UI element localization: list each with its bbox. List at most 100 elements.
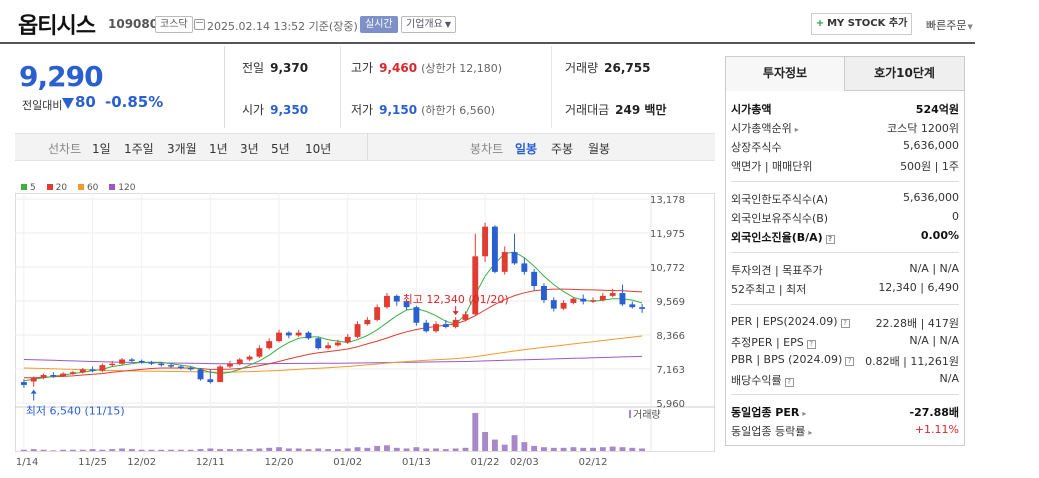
candle-body bbox=[609, 293, 616, 296]
divider bbox=[731, 394, 959, 395]
period-1d[interactable]: 1일 bbox=[92, 140, 111, 157]
price-chart[interactable]: 5 20 60 120 13,178 11,975 10,772 9,569 8,366… bbox=[15, 175, 715, 478]
price-summary: 9,290 전일대비 80 -0.85% bbox=[0, 46, 225, 128]
volume-bar bbox=[315, 448, 322, 451]
chevron-right-icon: ▸ bbox=[808, 428, 813, 437]
change-label: 전일대비 bbox=[22, 99, 63, 112]
candle-body bbox=[629, 304, 636, 308]
candle-weekly[interactable]: 주봉 bbox=[551, 140, 573, 157]
candle-chart-label[interactable]: 봉차트 bbox=[470, 140, 503, 157]
candle-body bbox=[550, 300, 557, 309]
opinion-row: 투자의견 | 목표주가 N/A | N/A bbox=[731, 262, 959, 277]
volume-bar bbox=[531, 445, 538, 451]
candle-body bbox=[315, 338, 322, 349]
high-annotation: 최고 12,340 (01/20) bbox=[403, 293, 509, 306]
tab-orderbook[interactable]: 호가10단계 bbox=[845, 57, 964, 91]
help-icon[interactable]: ? bbox=[806, 340, 816, 349]
volume-bar bbox=[168, 449, 175, 451]
candle-body bbox=[285, 332, 292, 336]
help-icon[interactable]: ? bbox=[784, 378, 794, 387]
candle-body bbox=[619, 293, 626, 305]
candle-body bbox=[531, 271, 538, 286]
candle-body bbox=[334, 342, 341, 346]
volume-bar bbox=[30, 449, 37, 451]
pbr-row: PBR | BPS (2024.09)? 0.82배 | 11,261원 bbox=[731, 353, 959, 368]
volume-bar bbox=[89, 449, 96, 451]
x-tick-label: 12/20 bbox=[265, 457, 294, 468]
sector-per-row[interactable]: 동일업종 PER ▸ -27.88배 bbox=[731, 404, 959, 421]
x-tick-label: 11/25 bbox=[78, 457, 107, 468]
volume-bar bbox=[570, 447, 577, 451]
prev-close: 전일 9,370 bbox=[242, 61, 309, 75]
candle-body bbox=[590, 300, 596, 302]
volume-bar bbox=[501, 444, 508, 451]
x-tick-label: 01/02 bbox=[333, 457, 362, 468]
volume-bar bbox=[482, 432, 489, 451]
candle-body bbox=[580, 298, 587, 302]
divider bbox=[731, 252, 959, 253]
help-icon[interactable]: ? bbox=[845, 357, 855, 366]
realtime-tag[interactable]: 실시간 bbox=[360, 16, 398, 33]
low-annotation: 최저 6,540 (11/15) bbox=[26, 405, 125, 418]
add-mystock-button[interactable]: + MY STOCK 추가 bbox=[811, 13, 912, 35]
low-price: 저가 9,150 (하한가 6,560) bbox=[351, 103, 495, 117]
volume-bar bbox=[541, 447, 547, 451]
period-1w[interactable]: 1주일 bbox=[124, 140, 154, 157]
period-5y[interactable]: 5년 bbox=[271, 140, 290, 157]
stock-code: 109080 bbox=[108, 17, 159, 31]
candle-monthly[interactable]: 월봉 bbox=[588, 140, 610, 157]
tab-invest-info[interactable]: 투자정보 bbox=[726, 57, 845, 91]
market-cap-rank-row[interactable]: 시가총액순위 ▸ 코스닥 1200위 bbox=[731, 120, 959, 137]
open-value: 9,350 bbox=[270, 103, 309, 117]
candle-body bbox=[413, 307, 420, 323]
candle-body bbox=[148, 362, 155, 364]
chevron-right-icon: ▸ bbox=[802, 409, 807, 418]
candle-body bbox=[442, 324, 449, 327]
volume-bar bbox=[119, 448, 125, 451]
period-3y[interactable]: 3년 bbox=[240, 140, 259, 157]
line-chart-label[interactable]: 선차트 bbox=[48, 140, 81, 157]
candle-body bbox=[482, 226, 489, 257]
candle-body bbox=[70, 372, 76, 374]
period-1y[interactable]: 1년 bbox=[209, 140, 228, 157]
foreign-ratio-row: 외국인소진율(B/A)? 0.00% bbox=[731, 229, 959, 244]
volume-bar bbox=[599, 447, 606, 451]
company-info-label: 기업개요 bbox=[406, 19, 443, 30]
candlestick-chart-svg[interactable]: 13,178 11,975 10,772 9,569 8,366 7,163 5,960 11… bbox=[15, 175, 715, 478]
candle-daily[interactable]: 일봉 bbox=[515, 140, 537, 157]
help-icon[interactable]: ? bbox=[840, 319, 850, 328]
candle-body bbox=[40, 375, 47, 378]
candle-body bbox=[187, 367, 194, 370]
x-tick-label: 02/12 bbox=[579, 457, 608, 468]
volume-bar bbox=[433, 448, 439, 451]
quick-order-button[interactable]: 빠른주문▼ bbox=[926, 17, 973, 33]
candle-body bbox=[50, 375, 57, 377]
chevron-right-icon: ▸ bbox=[794, 125, 799, 134]
stock-header: 옵티시스 109080 코스닥 2025.02.14 13:52 기준(장중) … bbox=[0, 0, 975, 44]
candle-body bbox=[266, 341, 273, 349]
sector-change-row[interactable]: 동일업종 등락률 ▸ +1.11% bbox=[731, 423, 959, 440]
y-tick-label: 7,163 bbox=[656, 365, 685, 376]
lower-limit: (하한가 6,560) bbox=[421, 104, 495, 117]
volume-bar bbox=[20, 449, 27, 451]
help-icon[interactable]: ? bbox=[825, 235, 835, 244]
trade-amount-value: 249 백만 bbox=[615, 103, 667, 117]
y-tick-label: 8,366 bbox=[656, 331, 685, 342]
candle-body bbox=[374, 307, 381, 320]
volume-bar bbox=[60, 449, 67, 451]
candle-body bbox=[639, 307, 646, 309]
high-price: 고가 9,460 (상한가 12,180) bbox=[351, 61, 502, 75]
x-tick-label: 01/22 bbox=[471, 457, 500, 468]
volume-bar bbox=[413, 447, 420, 451]
volume-bar bbox=[148, 449, 155, 451]
company-info-button[interactable]: 기업개요 ▼ bbox=[401, 16, 456, 33]
candle-body bbox=[364, 319, 371, 325]
period-10y[interactable]: 10년 bbox=[305, 140, 331, 157]
candle-body bbox=[246, 356, 253, 360]
volume-bar bbox=[99, 449, 106, 451]
period-3m[interactable]: 3개월 bbox=[167, 140, 197, 157]
candle-body bbox=[109, 363, 116, 366]
volume-bar bbox=[590, 447, 596, 451]
moving-average-ma120 bbox=[23, 355, 643, 365]
volume-bar bbox=[295, 448, 302, 451]
